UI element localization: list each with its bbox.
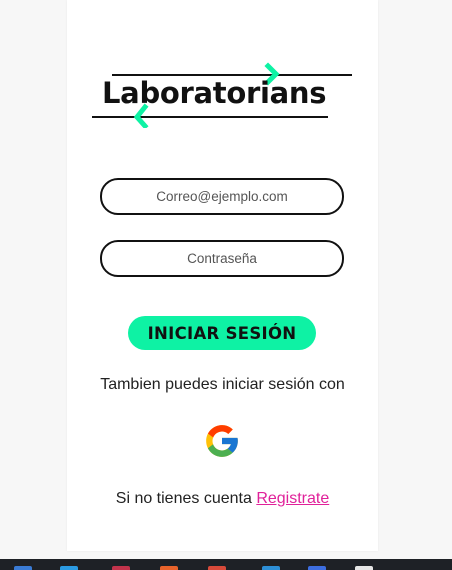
- vscode-icon[interactable]: [262, 566, 280, 570]
- start-icon[interactable]: [14, 566, 32, 570]
- email-field[interactable]: [102, 188, 342, 205]
- google-icon: [206, 425, 238, 457]
- signup-text: Si no tienes cuenta Registrate: [67, 490, 378, 508]
- chrome-icon[interactable]: [208, 566, 226, 570]
- app-icon[interactable]: [308, 566, 326, 570]
- logo-text: Laboratorians: [102, 76, 327, 110]
- app-icon-2[interactable]: [355, 566, 373, 570]
- app-logo: Laboratorians: [90, 62, 355, 128]
- password-field-wrapper: [100, 240, 344, 277]
- google-login-button[interactable]: [203, 422, 241, 460]
- alt-login-text: Tambien puedes iniciar sesión con: [100, 376, 345, 393]
- signup-link[interactable]: Registrate: [256, 490, 329, 507]
- password-field[interactable]: [102, 250, 342, 267]
- email-field-wrapper: [100, 178, 344, 215]
- mail-icon[interactable]: [112, 566, 130, 570]
- firefox-icon[interactable]: [160, 566, 178, 570]
- taskbar: [0, 559, 452, 570]
- signup-prompt: Si no tienes cuenta: [115, 490, 252, 507]
- login-button[interactable]: INICIAR SESIÓN: [128, 316, 316, 350]
- task-view-icon[interactable]: [60, 566, 78, 570]
- page: Laboratorians INICIAR SESIÓN Tambien pue…: [0, 0, 452, 570]
